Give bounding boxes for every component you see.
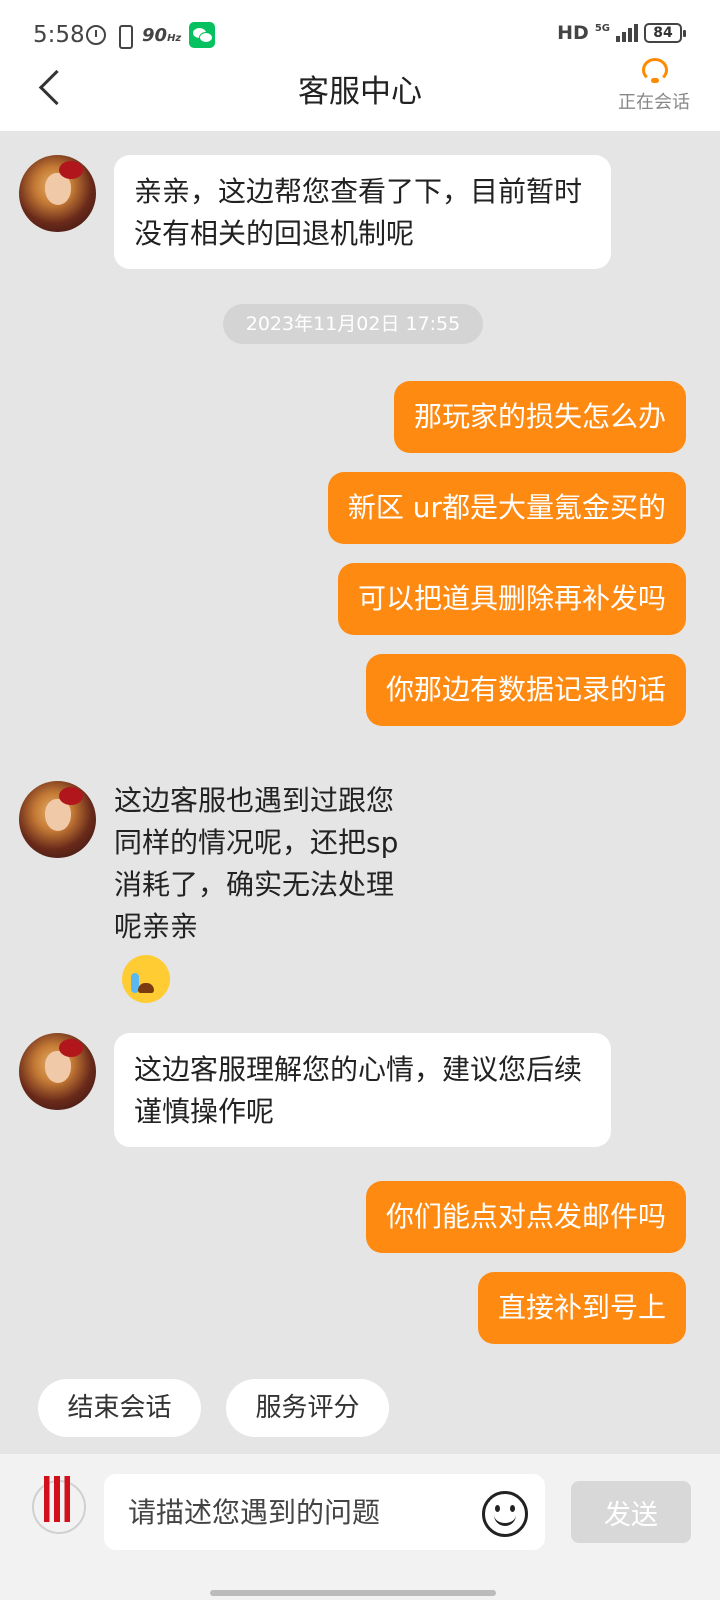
user-message: 直接补到号上 bbox=[477, 1272, 686, 1344]
battery-icon: 84 bbox=[644, 23, 686, 43]
brand-logo-icon bbox=[30, 1476, 86, 1536]
status-icons-right: HD 5G 84 bbox=[557, 22, 686, 44]
user-message: 可以把道具删除再补发吗 bbox=[337, 563, 686, 635]
rate-service-button[interactable]: 服务评分 bbox=[226, 1379, 389, 1437]
vibrate-icon bbox=[114, 24, 134, 49]
agent-message: 这边客服理解您的心情，建议您后续谨慎操作呢 bbox=[114, 1033, 611, 1147]
message-input[interactable] bbox=[104, 1474, 545, 1550]
agent-message-plain: 这边客服也遇到过跟您 同样的情况呢，还把sp 消耗了，确实无法处理 呢亲亲 bbox=[114, 780, 398, 948]
message-timestamp: 2023年11月02日 17:55 bbox=[223, 304, 483, 344]
user-message: 那玩家的损失怎么办 bbox=[393, 381, 686, 453]
page-title: 客服中心 bbox=[298, 74, 422, 110]
emoji-picker-icon[interactable] bbox=[482, 1491, 528, 1537]
headset-icon bbox=[639, 58, 669, 84]
refresh-rate: 90Hz bbox=[142, 24, 182, 46]
session-status-button[interactable]: 正在会话 bbox=[618, 58, 690, 114]
status-bar: 5:58 90Hz HD 5G 84 bbox=[0, 0, 720, 70]
session-status-label: 正在会话 bbox=[618, 92, 690, 113]
message-line: 同样的情况呢，还把sp bbox=[114, 826, 399, 859]
status-icons-left: 90Hz bbox=[86, 22, 216, 49]
signal-icon bbox=[616, 24, 638, 42]
top-bar: 5:58 90Hz HD 5G 84 客服中心 正在会话 bbox=[0, 0, 720, 131]
send-button[interactable]: 发送 bbox=[571, 1481, 691, 1543]
end-session-button[interactable]: 结束会话 bbox=[38, 1379, 201, 1437]
crying-emoji-icon bbox=[122, 955, 170, 1003]
wechat-notification-icon bbox=[189, 22, 216, 48]
alarm-icon bbox=[86, 25, 106, 45]
message-line: 消耗了，确实无法处理 bbox=[114, 868, 395, 901]
message-line: 这边客服也遇到过跟您 bbox=[114, 784, 395, 817]
agent-avatar[interactable] bbox=[19, 781, 96, 858]
agent-avatar[interactable] bbox=[19, 155, 96, 232]
user-message: 你们能点对点发邮件吗 bbox=[365, 1181, 686, 1253]
status-time: 5:58 bbox=[33, 22, 85, 48]
home-indicator[interactable] bbox=[210, 1590, 496, 1596]
message-line: 呢亲亲 bbox=[114, 910, 199, 943]
hd-indicator: HD bbox=[557, 22, 589, 44]
agent-message: 亲亲，这边帮您查看了下，目前暂时没有相关的回退机制呢 bbox=[114, 155, 611, 269]
user-message: 新区 ur都是大量氪金买的 bbox=[327, 472, 686, 544]
agent-avatar[interactable] bbox=[19, 1033, 96, 1110]
network-type: 5G bbox=[594, 22, 610, 34]
user-message: 你那边有数据记录的话 bbox=[365, 654, 686, 726]
